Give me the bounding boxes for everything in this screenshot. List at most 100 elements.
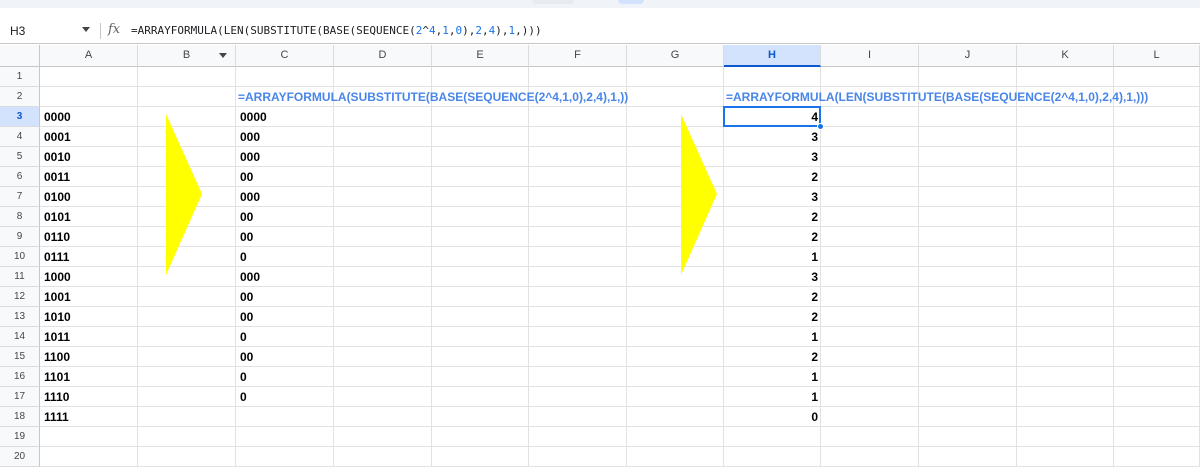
- row-header-4[interactable]: 4: [0, 127, 40, 147]
- cell-a5[interactable]: 0010: [40, 147, 138, 167]
- cell-h13[interactable]: 2: [724, 307, 821, 327]
- cell-h5[interactable]: 3: [724, 147, 821, 167]
- cell-h10[interactable]: 1: [724, 247, 821, 267]
- cell-c6[interactable]: 00: [236, 167, 334, 187]
- cell-a15[interactable]: 1100: [40, 347, 138, 367]
- cell-grid[interactable]: =ARRAYFORMULA(SUBSTITUTE(BASE(SEQUENCE(2…: [40, 67, 1200, 467]
- cell-c5[interactable]: 000: [236, 147, 334, 167]
- column-header-e[interactable]: E: [432, 45, 529, 67]
- gridline: [1016, 67, 1017, 467]
- column-header-h[interactable]: H: [724, 45, 821, 67]
- cell-h15[interactable]: 2: [724, 347, 821, 367]
- cell-c9[interactable]: 00: [236, 227, 334, 247]
- cell-c17[interactable]: 0: [236, 387, 334, 407]
- cell-c11[interactable]: 000: [236, 267, 334, 287]
- column-header-i[interactable]: I: [821, 45, 919, 67]
- gridline: [40, 126, 1200, 127]
- row-header-7[interactable]: 7: [0, 187, 40, 207]
- cell-a9[interactable]: 0110: [40, 227, 138, 247]
- gridline: [918, 67, 919, 467]
- cell-h8[interactable]: 2: [724, 207, 821, 227]
- row-header-12[interactable]: 12: [0, 287, 40, 307]
- row-header-15[interactable]: 15: [0, 347, 40, 367]
- row-header-5[interactable]: 5: [0, 147, 40, 167]
- cell-a7[interactable]: 0100: [40, 187, 138, 207]
- row-header-9[interactable]: 9: [0, 227, 40, 247]
- row-header-18[interactable]: 18: [0, 407, 40, 427]
- chevron-down-icon[interactable]: [219, 53, 227, 58]
- cell-h16[interactable]: 1: [724, 367, 821, 387]
- name-box-value: H3: [10, 24, 26, 38]
- row-header-2[interactable]: 2: [0, 87, 40, 107]
- name-box[interactable]: H3: [0, 18, 100, 44]
- fill-handle[interactable]: [817, 123, 824, 130]
- cell-h6[interactable]: 2: [724, 167, 821, 187]
- cell-c4[interactable]: 000: [236, 127, 334, 147]
- formula-cell-c2[interactable]: =ARRAYFORMULA(SUBSTITUTE(BASE(SEQUENCE(2…: [236, 87, 628, 107]
- column-header-a[interactable]: A: [40, 45, 138, 67]
- cell-a10[interactable]: 0111: [40, 247, 138, 267]
- row-header-3[interactable]: 3: [0, 107, 40, 127]
- row-header-11[interactable]: 11: [0, 267, 40, 287]
- column-header-c[interactable]: C: [236, 45, 334, 67]
- gridline: [40, 346, 1200, 347]
- row-header-8[interactable]: 8: [0, 207, 40, 227]
- cell-h4[interactable]: 3: [724, 127, 821, 147]
- cell-a13[interactable]: 1010: [40, 307, 138, 327]
- select-all-corner[interactable]: [0, 45, 40, 67]
- active-cell-outline[interactable]: [723, 106, 821, 127]
- cell-c7[interactable]: 000: [236, 187, 334, 207]
- formula-input[interactable]: =ARRAYFORMULA(LEN(SUBSTITUTE(BASE(SEQUEN…: [131, 24, 542, 37]
- cell-a12[interactable]: 1001: [40, 287, 138, 307]
- cell-h9[interactable]: 2: [724, 227, 821, 247]
- cell-a4[interactable]: 0001: [40, 127, 138, 147]
- cell-a17[interactable]: 1110: [40, 387, 138, 407]
- cell-c16[interactable]: 0: [236, 367, 334, 387]
- tab-hint-active: [618, 0, 644, 4]
- row-header-6[interactable]: 6: [0, 167, 40, 187]
- cell-h7[interactable]: 3: [724, 187, 821, 207]
- cell-a8[interactable]: 0101: [40, 207, 138, 227]
- cell-h12[interactable]: 2: [724, 287, 821, 307]
- cell-c8[interactable]: 00: [236, 207, 334, 227]
- cell-a14[interactable]: 1011: [40, 327, 138, 347]
- cell-a6[interactable]: 0011: [40, 167, 138, 187]
- cell-a16[interactable]: 1101: [40, 367, 138, 387]
- cell-a3[interactable]: 0000: [40, 107, 138, 127]
- cell-c12[interactable]: 00: [236, 287, 334, 307]
- cell-c10[interactable]: 0: [236, 247, 334, 267]
- column-header-b[interactable]: B: [138, 45, 236, 67]
- column-header-d[interactable]: D: [334, 45, 432, 67]
- cell-h17[interactable]: 1: [724, 387, 821, 407]
- column-header-f[interactable]: F: [529, 45, 627, 67]
- formula-bar: H3 fx =ARRAYFORMULA(LEN(SUBSTITUTE(BASE(…: [0, 18, 1200, 44]
- cell-a11[interactable]: 1000: [40, 267, 138, 287]
- chevron-down-icon[interactable]: [82, 27, 90, 32]
- gridline: [40, 386, 1200, 387]
- column-header-k[interactable]: K: [1017, 45, 1114, 67]
- cell-h14[interactable]: 1: [724, 327, 821, 347]
- divider: [100, 23, 101, 39]
- gridline: [40, 266, 1200, 267]
- cell-c15[interactable]: 00: [236, 347, 334, 367]
- row-header-20[interactable]: 20: [0, 447, 40, 467]
- cell-c3[interactable]: 0000: [236, 107, 334, 127]
- row-header-1[interactable]: 1: [0, 67, 40, 87]
- cell-h18[interactable]: 0: [724, 407, 821, 427]
- top-chrome-strip: [0, 0, 1200, 8]
- formula-cell-h2[interactable]: =ARRAYFORMULA(LEN(SUBSTITUTE(BASE(SEQUEN…: [724, 87, 1148, 107]
- cell-c14[interactable]: 0: [236, 327, 334, 347]
- row-header-10[interactable]: 10: [0, 247, 40, 267]
- column-header-l[interactable]: L: [1114, 45, 1200, 67]
- cell-h11[interactable]: 3: [724, 267, 821, 287]
- column-header-g[interactable]: G: [627, 45, 724, 67]
- row-header-14[interactable]: 14: [0, 327, 40, 347]
- arrow-right-shape-2: [681, 114, 717, 275]
- row-header-16[interactable]: 16: [0, 367, 40, 387]
- row-header-19[interactable]: 19: [0, 427, 40, 447]
- row-header-17[interactable]: 17: [0, 387, 40, 407]
- cell-a18[interactable]: 1111: [40, 407, 138, 427]
- column-header-j[interactable]: J: [919, 45, 1017, 67]
- row-header-13[interactable]: 13: [0, 307, 40, 327]
- cell-c13[interactable]: 00: [236, 307, 334, 327]
